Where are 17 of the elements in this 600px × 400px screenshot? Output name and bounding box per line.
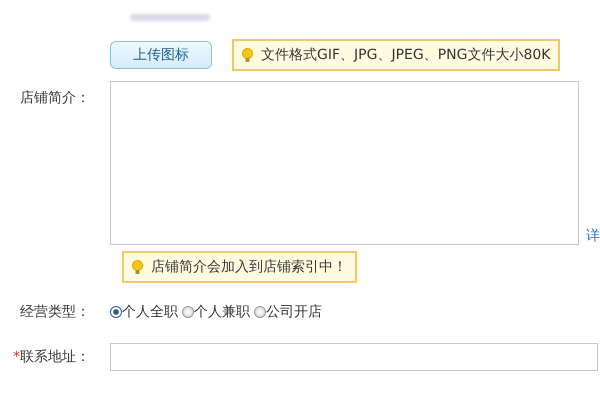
address-field[interactable] bbox=[110, 343, 598, 371]
radio-label[interactable]: 个人全职 bbox=[122, 303, 178, 321]
radio-button[interactable] bbox=[182, 306, 194, 318]
field-label: 经营类型： bbox=[19, 303, 91, 321]
lightbulb-icon bbox=[242, 48, 253, 62]
detail-link[interactable]: 详 bbox=[586, 227, 600, 245]
radio-label[interactable]: 公司开店 bbox=[266, 303, 322, 321]
upload-icon-button[interactable]: 上传图标 bbox=[110, 41, 212, 69]
radio-button[interactable] bbox=[254, 306, 266, 318]
radio-button[interactable] bbox=[110, 306, 122, 318]
radio-label[interactable]: 个人兼职 bbox=[194, 303, 250, 321]
lightbulb-icon bbox=[132, 260, 143, 274]
field-label: 店铺简介： bbox=[19, 89, 91, 107]
required-mark: * bbox=[13, 349, 20, 365]
field-label: 联系地址： bbox=[20, 349, 90, 365]
tip-text: 店铺简介会加入到店铺索引中！ bbox=[151, 258, 347, 276]
tip-text: 文件格式GIF、JPG、JPEG、PNG文件大小80K bbox=[261, 46, 550, 64]
